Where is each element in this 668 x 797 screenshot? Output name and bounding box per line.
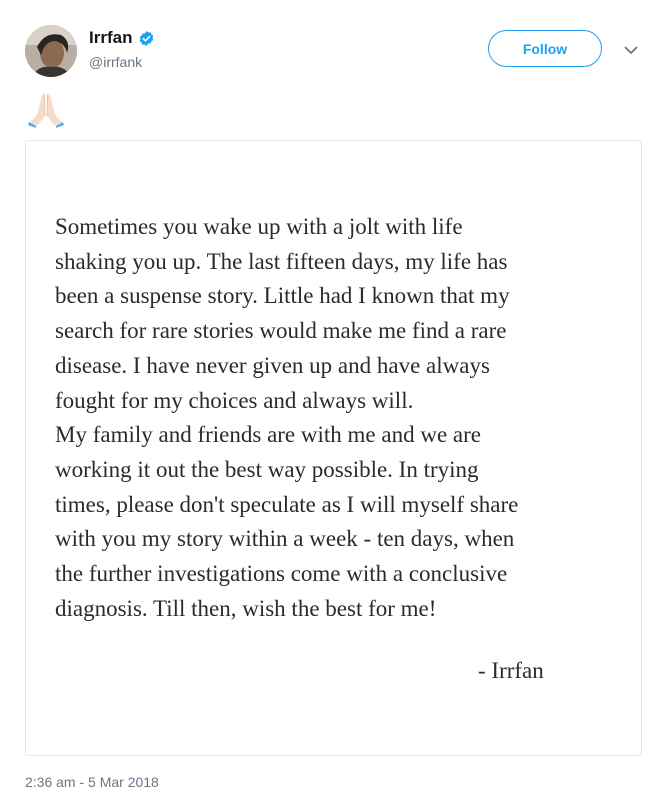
statement-line: disease. I have never given up and have … — [55, 352, 490, 378]
tweet-timestamp[interactable]: 2:36 am - 5 Mar 2018 — [25, 774, 159, 790]
statement-line: been a suspense story. Little had I know… — [55, 283, 510, 309]
statement-line: shaking you up. The last fifteen days, m… — [55, 248, 508, 274]
avatar[interactable] — [25, 25, 77, 77]
statement-line: search for rare stories would make me fi… — [55, 318, 507, 344]
statement-text: Sometimes you wake up with a jolt with l… — [55, 210, 630, 626]
chevron-down-icon[interactable] — [624, 42, 638, 54]
statement-line: with you my story within a week - ten da… — [55, 526, 515, 552]
statement-signature: - Irrfan — [478, 658, 544, 683]
folded-hands-emoji-icon — [27, 91, 65, 129]
statement-line: the further investigations come with a c… — [55, 561, 508, 587]
statement-line: fought for my choices and always will. — [55, 387, 414, 413]
statement-line: Sometimes you wake up with a jolt with l… — [55, 214, 463, 239]
statement-line: working it out the best way possible. In… — [55, 456, 479, 482]
statement-line: times, please don't speculate as I will … — [55, 491, 519, 517]
verified-badge-icon — [138, 30, 155, 47]
name-row: Irrfan — [89, 28, 155, 48]
statement-line: diagnosis. Till then, wish the best for … — [55, 595, 437, 621]
statement-line: My family and friends are with me and we… — [55, 422, 481, 448]
follow-button[interactable]: Follow — [488, 30, 602, 67]
display-name[interactable]: Irrfan — [89, 28, 132, 48]
user-info: Irrfan @irrfank — [89, 28, 155, 71]
tweet-image[interactable]: Sometimes you wake up with a jolt with l… — [25, 140, 642, 756]
user-handle[interactable]: @irrfank — [89, 53, 155, 71]
